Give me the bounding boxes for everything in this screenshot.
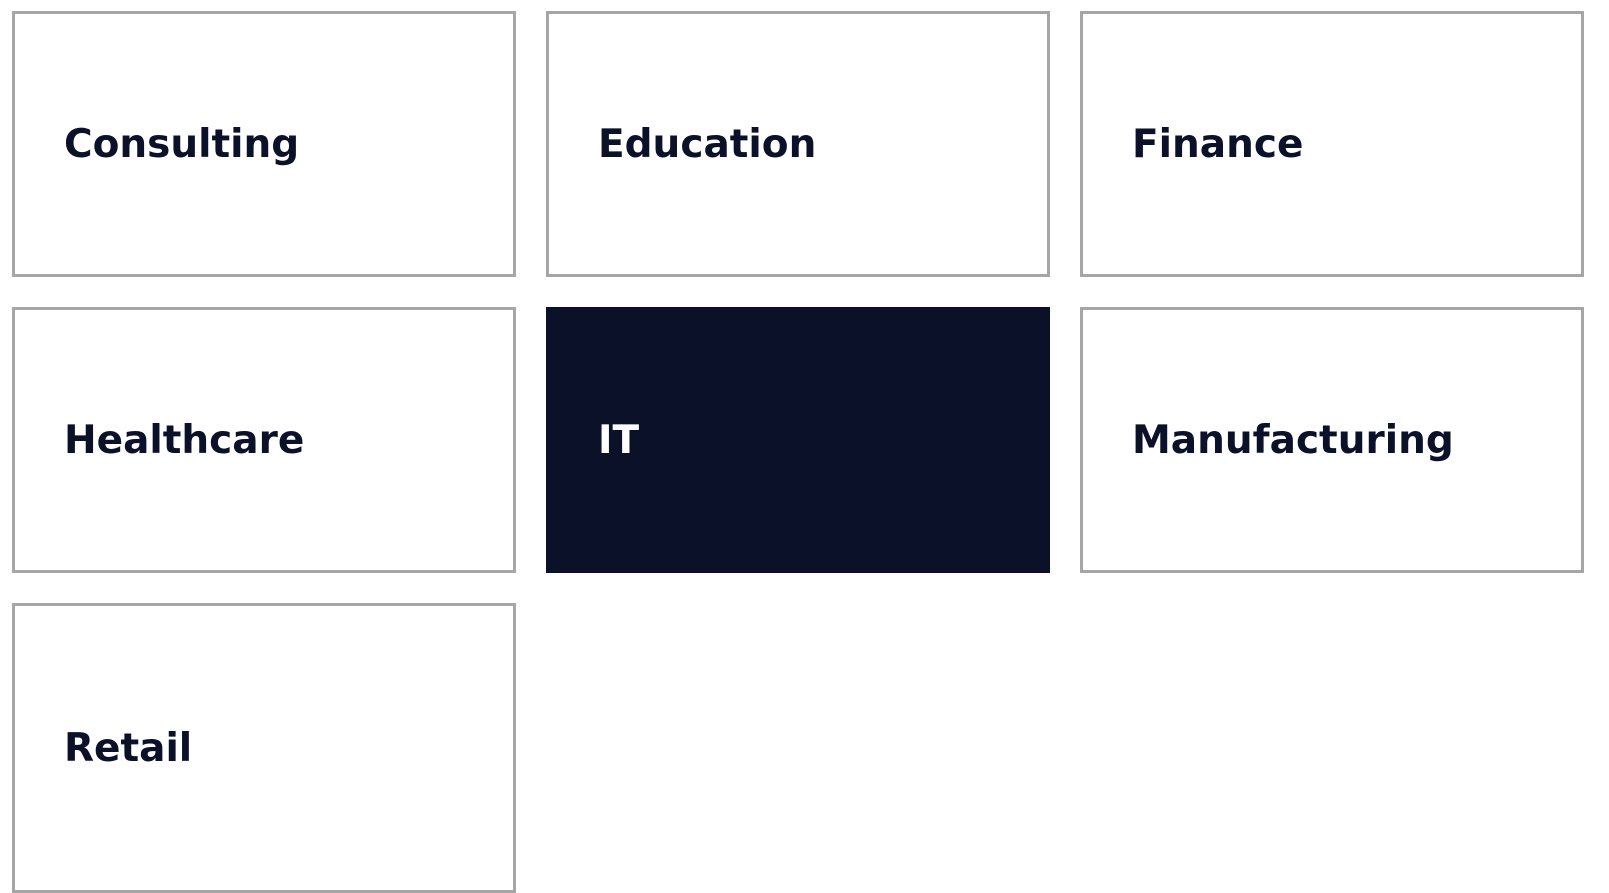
industry-option-label: Manufacturing bbox=[1132, 417, 1454, 463]
industry-option-healthcare[interactable]: Healthcare bbox=[12, 307, 516, 573]
industry-option-manufacturing[interactable]: Manufacturing bbox=[1080, 307, 1584, 573]
industry-option-label: Consulting bbox=[64, 121, 300, 167]
industry-option-label: Education bbox=[598, 121, 817, 167]
industry-option-label: Healthcare bbox=[64, 417, 305, 463]
industry-option-label: IT bbox=[598, 417, 640, 463]
industry-option-label: Retail bbox=[64, 725, 193, 771]
industry-option-education[interactable]: Education bbox=[546, 11, 1050, 277]
industry-option-label: Finance bbox=[1132, 121, 1304, 167]
industry-option-it[interactable]: IT bbox=[546, 307, 1050, 573]
industry-option-retail[interactable]: Retail bbox=[12, 603, 516, 893]
industry-option-finance[interactable]: Finance bbox=[1080, 11, 1584, 277]
industry-option-consulting[interactable]: Consulting bbox=[12, 11, 516, 277]
